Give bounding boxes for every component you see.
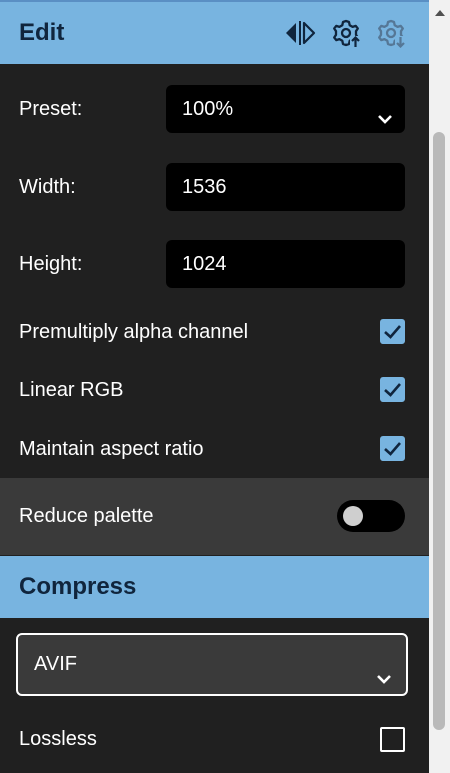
width-input[interactable]: 1536: [166, 163, 405, 211]
height-value: 1024: [182, 253, 227, 275]
scrollbar[interactable]: [429, 0, 450, 773]
edit-title: Edit: [19, 19, 65, 46]
scroll-thumb[interactable]: [433, 132, 445, 730]
scroll-up-arrow-icon[interactable]: [434, 6, 446, 18]
lossless-checkbox[interactable]: [380, 727, 405, 752]
reduce-palette-toggle[interactable]: [337, 500, 405, 532]
height-label: Height:: [19, 253, 83, 275]
chevron-down-icon: [375, 99, 395, 124]
format-select[interactable]: AVIF: [16, 633, 408, 696]
preset-label: Preset:: [19, 98, 83, 120]
linear-rgb-label: Linear RGB: [19, 379, 124, 401]
maintain-aspect-ratio-checkbox[interactable]: [380, 436, 405, 461]
premultiply-alpha-label: Premultiply alpha channel: [19, 321, 249, 343]
premultiply-alpha-checkbox[interactable]: [380, 319, 405, 344]
settings-download-icon[interactable]: [376, 18, 406, 49]
lossless-label: Lossless: [19, 728, 97, 750]
swap-icon[interactable]: [284, 18, 316, 48]
edit-header: Edit: [0, 2, 429, 64]
settings-upload-icon[interactable]: [331, 18, 361, 48]
width-label: Width:: [19, 176, 76, 198]
format-value: AVIF: [34, 653, 77, 675]
check-icon: [384, 325, 401, 339]
edit-panel: Edit Preset: 100% Width: 1536 Height: 10…: [0, 0, 429, 773]
linear-rgb-checkbox[interactable]: [380, 377, 405, 402]
compress-header: Compress: [0, 556, 429, 618]
preset-select[interactable]: 100%: [166, 85, 405, 133]
toggle-knob: [343, 506, 363, 526]
reduce-palette-label: Reduce palette: [19, 505, 154, 527]
height-input[interactable]: 1024: [166, 240, 405, 288]
maintain-aspect-ratio-label: Maintain aspect ratio: [19, 438, 204, 460]
check-icon: [384, 442, 401, 456]
preset-value: 100%: [182, 98, 234, 120]
compress-title: Compress: [19, 573, 137, 600]
chevron-down-icon: [374, 654, 394, 684]
width-value: 1536: [182, 176, 227, 198]
check-icon: [384, 383, 401, 397]
